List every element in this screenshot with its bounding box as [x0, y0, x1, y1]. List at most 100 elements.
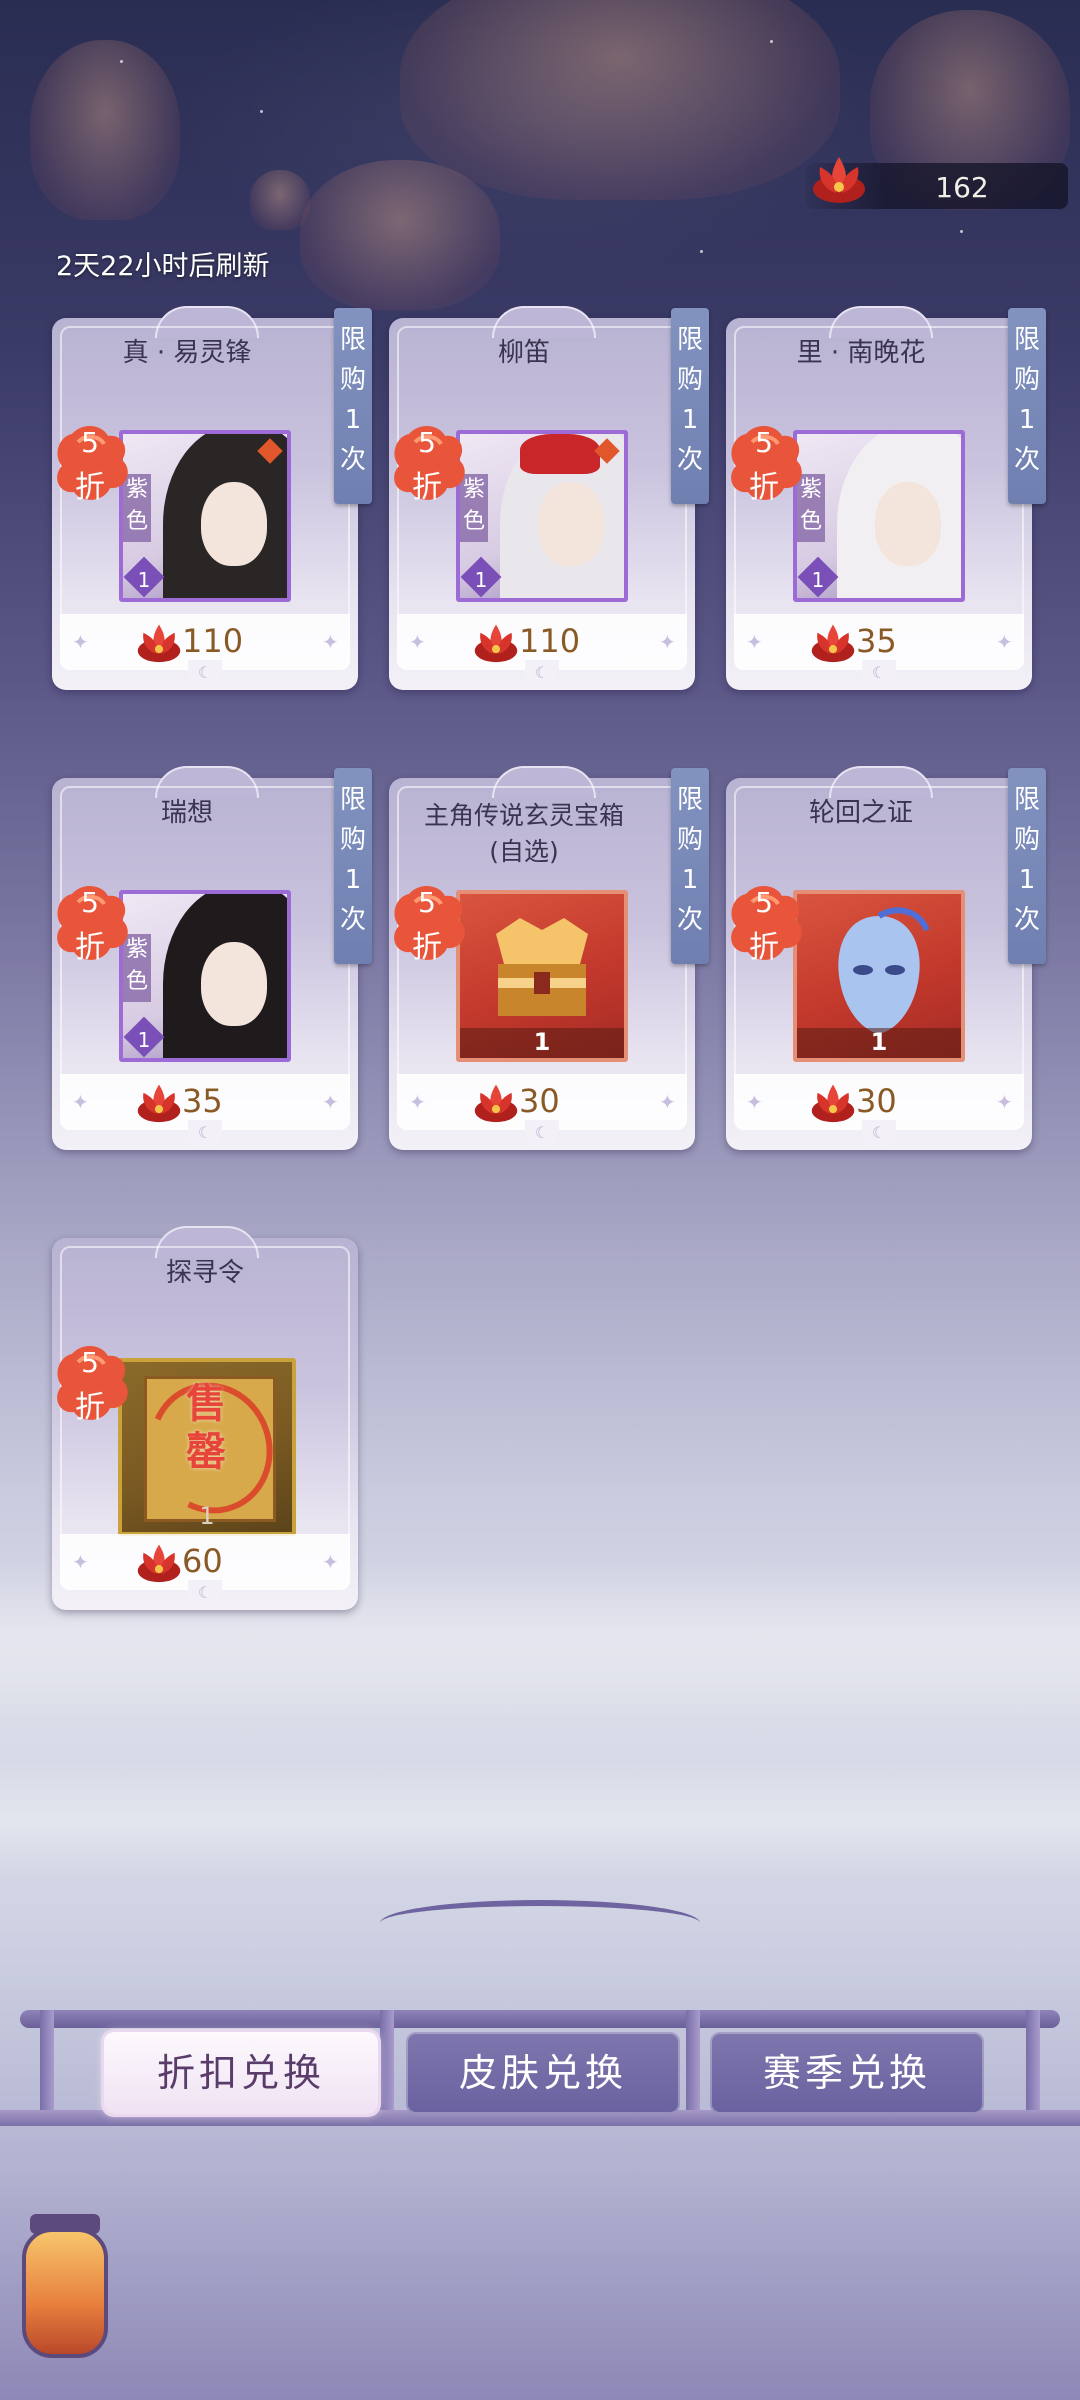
item-quantity: 1 [199, 1502, 215, 1530]
background-star [260, 110, 263, 113]
price-value: 35 [856, 622, 897, 660]
sparkle-icon: ✦ [996, 1090, 1013, 1114]
discount-badge: 5 折 [389, 422, 473, 506]
lantern-menu-button[interactable] [6, 2214, 122, 2384]
discount-number: 5 [81, 1346, 99, 1379]
currency-display[interactable]: 162 [806, 157, 1068, 209]
card-title: 柳笛 [497, 338, 550, 368]
tab-discount-exchange[interactable]: 折扣兑换 [104, 2032, 378, 2114]
currency-value: 162 [935, 171, 989, 204]
item-portrait[interactable]: 紫 色 1 [119, 890, 291, 1062]
red-lotus-icon [474, 624, 518, 663]
discount-text: 折 [75, 930, 105, 965]
item-portrait[interactable]: 紫 色 1 [119, 430, 291, 602]
sparkle-icon: ✦ [72, 630, 89, 654]
discount-number: 5 [418, 426, 436, 459]
background-star [120, 60, 123, 63]
pavilion-post [1026, 2010, 1040, 2120]
pavilion-post [686, 2010, 700, 2120]
shop-card-reincarnation-proof[interactable]: 轮回之证 限 购 1 次 1 5 折 ✦ 30 ✦ ☾ [726, 766, 1046, 1150]
card-title: 轮回之证 [808, 798, 913, 828]
item-quantity: 1 [533, 1028, 551, 1056]
discount-badge: 5 折 [52, 882, 136, 966]
card-title: 瑞想 [160, 798, 213, 828]
sparkle-icon: ✦ [409, 630, 426, 654]
pavilion-beam [20, 2010, 1060, 2028]
purchase-limit-tag: 限 购 1 次 [334, 308, 372, 504]
background-star [770, 40, 773, 43]
discount-number: 5 [755, 886, 773, 919]
pavilion-roof [380, 1900, 700, 1946]
background-lantern [300, 160, 500, 310]
card-title: 真 · 易灵锋 [122, 338, 252, 368]
sparkle-icon: ✦ [322, 1550, 339, 1574]
purchase-limit-tag: 限 购 1 次 [671, 768, 709, 964]
sparkle-icon: ✦ [746, 630, 763, 654]
sparkle-icon: ✦ [322, 630, 339, 654]
portrait-face [201, 482, 267, 566]
pavilion-post [40, 2010, 54, 2120]
purchase-limit-tag: 限 购 1 次 [334, 768, 372, 964]
sparkle-icon: ✦ [659, 1090, 676, 1114]
background-mist [0, 1760, 1080, 1880]
card-title: 里 · 南晚花 [796, 338, 926, 368]
item-portrait[interactable]: 紫 色 1 [793, 430, 965, 602]
purchase-limit-tag: 限 购 1 次 [1008, 768, 1046, 964]
shop-card-treasure-chest[interactable]: 主角传说玄灵宝箱(自选) 限 购 1 次 1 5 折 ✦ 30 ✦ ☾ [389, 766, 709, 1150]
discount-badge: 5 折 [726, 422, 810, 506]
tab-season-exchange[interactable]: 赛季兑换 [710, 2032, 984, 2114]
purchase-limit-tag: 限 购 1 次 [671, 308, 709, 504]
red-lotus-icon [811, 1084, 855, 1123]
shop-card-zhen-yilingfeng[interactable]: 真 · 易灵锋 限 购 1 次 紫 色 1 5 折 ✦ 110 ✦ ☾ [52, 306, 372, 690]
rank-number: 1 [811, 568, 825, 592]
background-lantern [250, 170, 310, 230]
lantern-icon [22, 2228, 108, 2358]
rank-number: 1 [474, 568, 488, 592]
discount-text: 折 [75, 470, 105, 505]
price-value: 35 [182, 1082, 223, 1120]
discount-text: 折 [749, 930, 779, 965]
item-mask[interactable]: 1 [793, 890, 965, 1062]
discount-badge: 5 折 [52, 422, 136, 506]
discount-number: 5 [418, 886, 436, 919]
shop-card-ruixiang[interactable]: 瑞想 限 购 1 次 紫 色 1 5 折 ✦ 35 ✦ ☾ [52, 766, 372, 1150]
card-title: 主角传说玄灵宝箱(自选) [423, 801, 624, 866]
discount-text: 折 [75, 1390, 105, 1425]
sparkle-icon: ✦ [72, 1550, 89, 1574]
sparkle-icon: ✦ [996, 630, 1013, 654]
price-value: 60 [182, 1542, 223, 1580]
shop-card-li-nanwanhua[interactable]: 里 · 南晚花 限 购 1 次 紫 色 1 5 折 ✦ 35 ✦ ☾ [726, 306, 1046, 690]
sparkle-icon: ✦ [746, 1090, 763, 1114]
red-lotus-icon [811, 624, 855, 663]
red-lotus-icon [813, 157, 865, 203]
discount-number: 5 [81, 886, 99, 919]
price-value: 30 [519, 1082, 560, 1120]
portrait-face [538, 482, 604, 566]
shop-card-search-token[interactable]: 探寻令 售 罄 1 5 折 ✦ 60 ✦ ☾ [52, 1226, 358, 1610]
discount-text: 折 [412, 930, 442, 965]
red-lotus-icon [137, 1544, 181, 1583]
shop-card-liudi[interactable]: 柳笛 限 购 1 次 紫 色 1 5 折 ✦ 110 ✦ ☾ [389, 306, 709, 690]
price-value: 110 [182, 622, 244, 660]
discount-badge: 5 折 [726, 882, 810, 966]
purchase-limit-tag: 限 购 1 次 [1008, 308, 1046, 504]
refresh-timer: 2天22小时后刷新 [56, 251, 270, 282]
background-star [700, 250, 703, 253]
sold-out-stamp: 售 罄 [186, 1381, 226, 1475]
tab-skin-exchange[interactable]: 皮肤兑换 [406, 2032, 680, 2114]
red-lotus-icon [137, 1084, 181, 1123]
sparkle-icon: ✦ [322, 1090, 339, 1114]
rank-number: 1 [137, 1028, 151, 1052]
item-quantity: 1 [870, 1028, 888, 1056]
item-token[interactable]: 售 罄 1 [118, 1358, 296, 1536]
discount-badge: 5 折 [389, 882, 473, 966]
background-star [960, 230, 963, 233]
discount-badge: 5 折 [52, 1342, 136, 1426]
discount-text: 折 [412, 470, 442, 505]
item-portrait[interactable]: 紫 色 1 [456, 430, 628, 602]
portrait-face [201, 942, 267, 1026]
item-treasure-chest[interactable]: 1 [456, 890, 628, 1062]
background-lantern [30, 40, 180, 220]
price-value: 30 [856, 1082, 897, 1120]
sparkle-icon: ✦ [409, 1090, 426, 1114]
